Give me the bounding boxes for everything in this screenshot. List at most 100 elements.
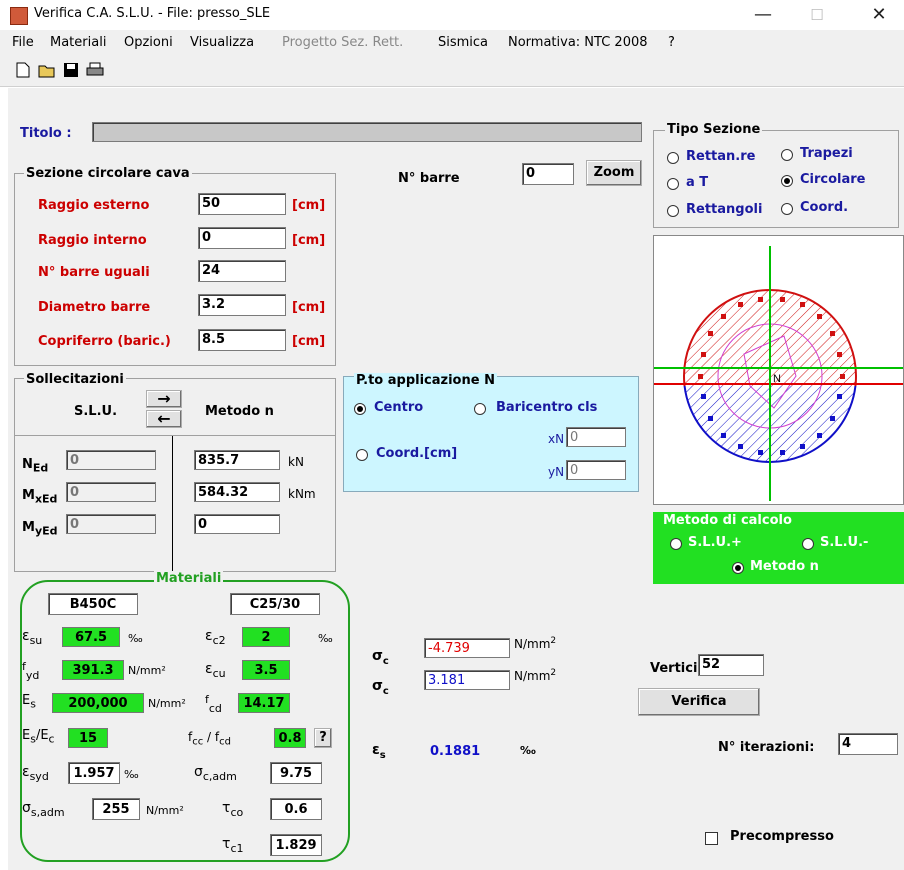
radio-centro[interactable]	[354, 403, 366, 415]
metodo-n-calc-label: Metodo n	[750, 559, 819, 574]
punto-applicazione-legend: P.to applicazione N	[354, 373, 497, 388]
copriferro-input[interactable]: 8.5	[198, 329, 286, 351]
raggio-interno-input[interactable]: 0	[198, 227, 286, 249]
arrow-left-button[interactable]: ←	[146, 410, 182, 428]
sollecitazioni-divider	[172, 436, 173, 572]
menu-help[interactable]: ?	[668, 35, 675, 50]
mxed-input[interactable]: 0	[66, 482, 156, 502]
ss-adm-value[interactable]: 255	[92, 798, 140, 820]
diametro-barre-input[interactable]: 3.2	[198, 294, 286, 316]
slu-plus-label: S.L.U.+	[688, 535, 742, 550]
maximize-button[interactable]: ☐	[794, 0, 840, 30]
fyd-value[interactable]: 391.3	[62, 660, 124, 680]
fcd-value[interactable]: 14.17	[238, 693, 290, 713]
radio-circolare[interactable]	[781, 175, 793, 187]
sc-adm-label: σc,adm	[194, 764, 237, 783]
menu-normativa[interactable]: Normativa: NTC 2008	[508, 35, 648, 50]
es-label: Es	[22, 693, 36, 711]
menu-progetto[interactable]: Progetto Sez. Rett.	[282, 35, 403, 50]
menu-visualizza[interactable]: Visualizza	[190, 35, 254, 50]
n-barre-uguali-label: N° barre uguali	[38, 265, 150, 280]
es-unit: N/mm²	[148, 697, 186, 710]
raggio-esterno-unit: [cm]	[292, 198, 326, 213]
n-barre-uguali-input[interactable]: 24	[198, 260, 286, 282]
menu-file[interactable]: File	[12, 35, 34, 50]
close-button[interactable]: ✕	[856, 0, 902, 30]
menu-sismica[interactable]: Sismica	[438, 35, 488, 50]
esu-value[interactable]: 67.5	[62, 627, 120, 647]
radio-trapezi[interactable]	[781, 149, 793, 161]
tc1-value[interactable]: 1.829	[270, 834, 322, 856]
n-barre-input[interactable]: 0	[522, 163, 574, 185]
menu-bar: File Materiali Opzioni Visualizza Proget…	[0, 30, 904, 56]
radio-coord-cm[interactable]	[356, 449, 368, 461]
ned-input[interactable]: 0	[66, 450, 156, 470]
metodo-calcolo-legend: Metodo di calcolo	[663, 513, 792, 528]
open-folder-icon[interactable]	[38, 62, 56, 80]
titolo-input[interactable]	[92, 122, 642, 142]
radio-rettanre[interactable]	[667, 152, 679, 164]
my-input[interactable]: 0	[194, 514, 280, 534]
save-icon[interactable]	[62, 62, 80, 80]
yn-input[interactable]: 0	[566, 460, 626, 480]
tco-value[interactable]: 0.6	[270, 798, 322, 820]
radio-slu-plus[interactable]	[670, 538, 682, 550]
materiali-legend: Materiali	[154, 571, 224, 586]
vertici-input[interactable]: 52	[698, 654, 764, 676]
new-file-icon[interactable]	[14, 62, 32, 80]
myed-input[interactable]: 0	[66, 514, 156, 534]
mx-input[interactable]: 584.32	[194, 482, 280, 502]
fyd-label: fyd	[22, 660, 40, 682]
steel-type[interactable]: B450C	[48, 593, 138, 615]
menu-opzioni[interactable]: Opzioni	[124, 35, 173, 50]
sigma-c1-unit: N/mm2	[514, 636, 557, 651]
sezione-legend: Sezione circolare cava	[24, 166, 192, 181]
section-canvas: N	[653, 235, 904, 505]
titolo-label: Titolo :	[20, 126, 72, 141]
esu-label: εsu	[22, 628, 43, 647]
slu-label: S.L.U.	[74, 404, 118, 419]
verifica-button[interactable]: Verifica	[638, 688, 760, 716]
radio-baricentro[interactable]	[474, 403, 486, 415]
esyd-unit: ‰	[124, 768, 139, 781]
radio-coord[interactable]	[781, 203, 793, 215]
coord-label: Coord.	[800, 200, 849, 215]
n-iterazioni-input[interactable]: 4	[838, 733, 898, 755]
fcc-fcd-value[interactable]: 0.8	[274, 728, 306, 748]
esyd-value[interactable]: 1.957	[68, 762, 120, 784]
trapezi-label: Trapezi	[800, 146, 853, 161]
ecu-value[interactable]: 3.5	[242, 660, 290, 680]
sigma-c2-value: 3.181	[424, 670, 510, 690]
menu-materiali[interactable]: Materiali	[50, 35, 106, 50]
precompresso-checkbox[interactable]	[705, 832, 718, 845]
baricentro-label: Baricentro cls	[496, 400, 598, 415]
myed-label: MyEd	[22, 520, 58, 538]
ratio-value[interactable]: 15	[68, 728, 108, 748]
coord-cm-label: Coord.[cm]	[376, 446, 458, 461]
title-bar: Verifica C.A. S.L.U. - File: presso_SLE …	[0, 0, 904, 30]
print-icon[interactable]	[86, 62, 104, 80]
raggio-esterno-input[interactable]: 50	[198, 193, 286, 215]
radio-at[interactable]	[667, 178, 679, 190]
svg-text:N: N	[773, 373, 781, 385]
arrow-right-button[interactable]: →	[146, 390, 182, 408]
sc-adm-value[interactable]: 9.75	[270, 762, 322, 784]
ss-adm-unit: N/mm²	[146, 804, 184, 817]
radio-metodo-n[interactable]	[732, 562, 744, 574]
radio-slu-minus[interactable]	[802, 538, 814, 550]
eps-s-label: εs	[372, 742, 386, 761]
concrete-type[interactable]: C25/30	[230, 593, 320, 615]
minimize-button[interactable]: —	[740, 0, 786, 30]
sigma-c1-value: -4.739	[424, 638, 510, 658]
window-title: Verifica C.A. S.L.U. - File: presso_SLE	[34, 6, 271, 21]
ec2-value[interactable]: 2	[242, 627, 290, 647]
circolare-label: Circolare	[800, 172, 866, 187]
zoom-button[interactable]: Zoom	[586, 160, 642, 186]
es-value[interactable]: 200,000	[52, 693, 144, 713]
sollecitazioni-legend: Sollecitazioni	[24, 372, 126, 387]
radio-rettangoli[interactable]	[667, 205, 679, 217]
help-button[interactable]: ?	[314, 728, 332, 748]
xn-input[interactable]: 0	[566, 427, 626, 447]
sigma-c2-unit-text: N/mm	[514, 669, 551, 683]
n-input[interactable]: 835.7	[194, 450, 280, 470]
